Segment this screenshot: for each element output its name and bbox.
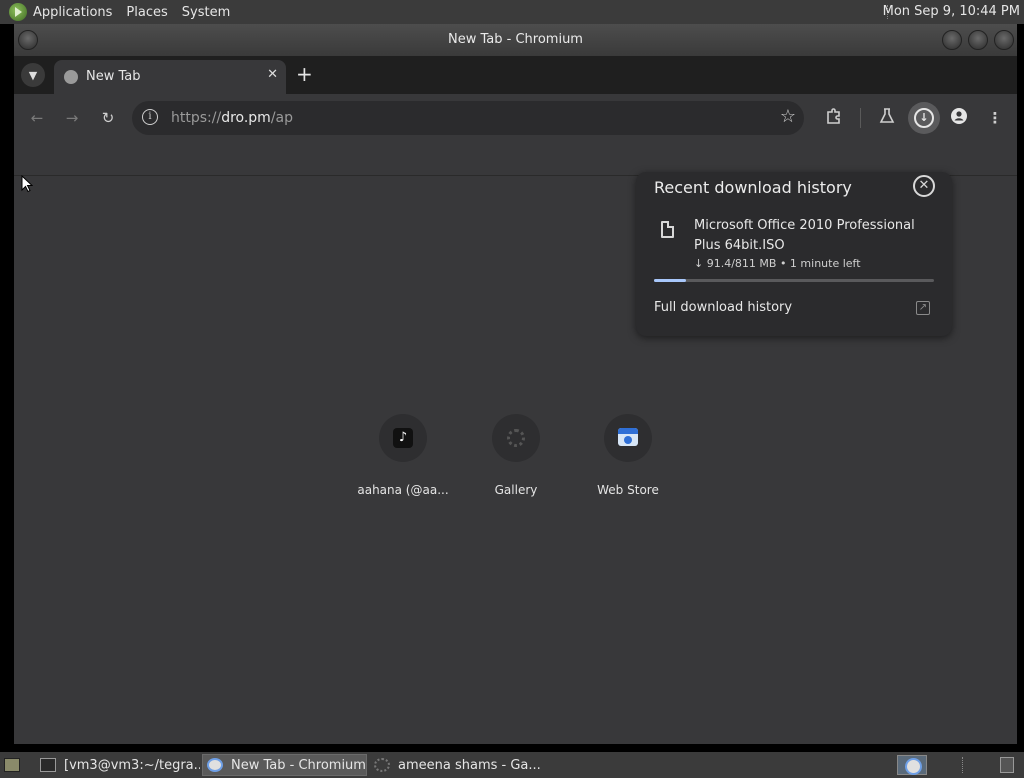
terminal-icon	[40, 758, 56, 772]
menu-system[interactable]: System	[182, 5, 230, 20]
shortcut-tile-gallery[interactable]: Gallery	[468, 414, 564, 497]
download-status: ↓ 91.4/811 MB • 1 minute left	[694, 257, 861, 270]
file-icon	[661, 221, 674, 238]
tray-chromium-icon[interactable]	[897, 755, 927, 775]
web-store-icon	[618, 428, 638, 446]
url-path: /ap	[270, 110, 294, 126]
reload-icon[interactable]: ↻	[97, 107, 119, 129]
chromium-icon	[207, 758, 223, 772]
download-bubble-heading: Recent download history	[654, 178, 852, 197]
tiktok-icon: ♪	[393, 428, 413, 448]
taskbar-item-chromium[interactable]: New Tab - Chromium	[202, 754, 367, 776]
download-icon: ↓	[914, 108, 934, 128]
download-progress-fill	[654, 279, 686, 282]
address-bar[interactable]: i https://dro.pm/ap ☆	[132, 101, 804, 135]
back-arrow-icon[interactable]: ←	[26, 107, 48, 129]
bookmarks-bar	[14, 142, 1017, 176]
shortcut-tile-tiktok[interactable]: ♪ aahana (@aa...	[355, 414, 451, 497]
maximize-button[interactable]	[968, 30, 988, 50]
download-button[interactable]: ↓	[908, 102, 940, 134]
bookmark-star-icon[interactable]: ☆	[780, 106, 796, 127]
bottom-taskbar: [vm3@vm3:~/tegra... New Tab - Chromium a…	[0, 752, 1024, 778]
new-tab-button[interactable]: +	[296, 62, 313, 86]
taskbar-item-label: New Tab - Chromium	[231, 757, 366, 773]
profile-icon[interactable]	[948, 107, 970, 129]
gallery-icon	[507, 429, 525, 447]
url-scheme: https://	[171, 110, 222, 126]
full-download-history-link[interactable]: Full download history	[654, 300, 792, 315]
close-icon[interactable]: ✕	[913, 175, 935, 197]
download-file-name[interactable]: Microsoft Office 2010 Professional Plus …	[694, 216, 930, 256]
taskbar-item-label: ameena shams - Ga...	[398, 757, 540, 773]
toolbar-separator	[860, 108, 861, 128]
show-desktop-icon[interactable]	[4, 758, 20, 772]
tab-label: New Tab	[86, 69, 141, 84]
distro-logo-icon[interactable]	[9, 3, 27, 21]
top-panel: Applications Places System Mon Sep 9, 10…	[0, 0, 1024, 24]
labs-flask-icon[interactable]	[876, 107, 898, 129]
chevron-down-icon: ▼	[28, 68, 38, 82]
shortcut-name: Gallery	[494, 483, 538, 497]
minimize-button[interactable]	[942, 30, 962, 50]
trash-icon[interactable]	[1000, 757, 1014, 773]
shortcut-icon-circle: ♪	[379, 414, 427, 462]
url-text[interactable]: https://dro.pm/ap	[171, 110, 293, 126]
tab-close-icon[interactable]: ✕	[267, 67, 278, 82]
globe-icon	[64, 70, 78, 84]
shortcut-name: Web Store	[597, 483, 659, 497]
tab-strip: ▼ New Tab ✕ +	[14, 56, 1017, 94]
browser-window: New Tab - Chromium ▼ New Tab ✕ + ← → ↻ i…	[14, 24, 1017, 744]
shortcut-tile-web-store[interactable]: Web Store	[580, 414, 676, 497]
window-title: New Tab - Chromium	[448, 32, 583, 47]
shortcut-icon-circle	[492, 414, 540, 462]
extensions-icon[interactable]	[823, 107, 845, 129]
taskbar-item-gallery[interactable]: ameena shams - Ga...	[370, 754, 540, 776]
taskbar-item-terminal[interactable]: [vm3@vm3:~/tegra...	[36, 754, 200, 776]
browser-toolbar: ← → ↻ i https://dro.pm/ap ☆ ↓ ⋮	[14, 94, 1017, 142]
taskbar-item-label: [vm3@vm3:~/tegra...	[64, 757, 200, 773]
shortcut-name: aahana (@aa...	[357, 483, 449, 497]
tab-search-button[interactable]: ▼	[21, 63, 45, 87]
open-external-icon[interactable]: ↗	[916, 301, 930, 315]
tab-new-tab[interactable]: New Tab ✕	[54, 60, 286, 94]
forward-arrow-icon[interactable]: →	[61, 107, 83, 129]
window-close-button[interactable]	[994, 30, 1014, 50]
download-bubble: Recent download history ✕ Microsoft Offi…	[636, 172, 952, 336]
panel-clock[interactable]: Mon Sep 9, 10:44 PM	[883, 4, 1020, 19]
gallery-icon	[374, 758, 390, 772]
download-progress-bar	[654, 279, 934, 282]
menu-applications[interactable]: Applications	[33, 5, 112, 20]
site-info-icon[interactable]: i	[142, 109, 158, 125]
tray-separator	[962, 757, 963, 773]
menu-places[interactable]: Places	[126, 5, 167, 20]
window-titlebar[interactable]: New Tab - Chromium	[14, 24, 1017, 56]
kebab-menu-icon[interactable]: ⋮	[984, 107, 1006, 129]
url-host: dro.pm	[221, 110, 271, 126]
shortcut-icon-circle	[604, 414, 652, 462]
